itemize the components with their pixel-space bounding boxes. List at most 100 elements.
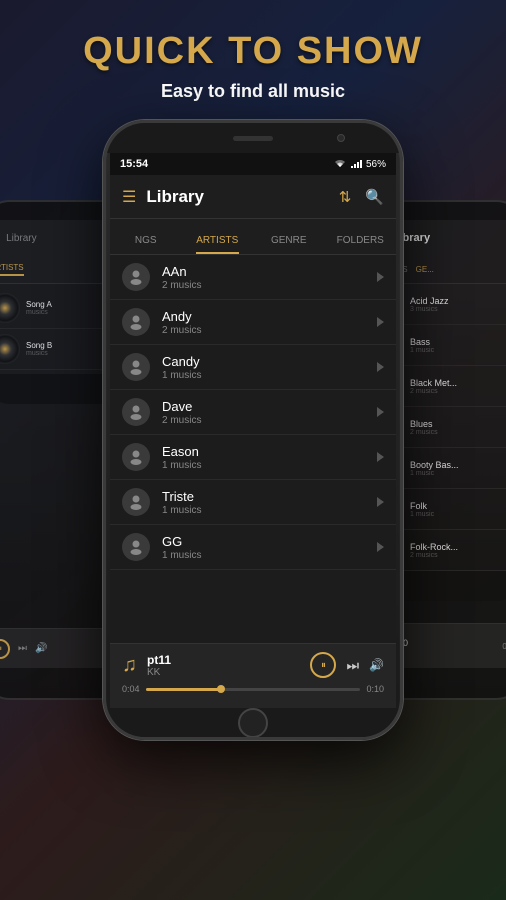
phone-speaker <box>233 136 273 141</box>
bg-right-count-0: 3 musics <box>410 306 449 313</box>
artist-info-6: GG 1 musics <box>162 534 377 561</box>
artist-count-6: 1 musics <box>162 550 377 561</box>
artist-item-6[interactable]: GG 1 musics <box>110 525 396 570</box>
artist-arrow-0 <box>377 272 384 282</box>
artist-avatar-6 <box>122 533 150 561</box>
artist-count-3: 2 musics <box>162 415 377 426</box>
artist-arrow-2 <box>377 362 384 372</box>
status-time: 15:54 <box>120 158 148 170</box>
artist-item-2[interactable]: Candy 1 musics <box>110 345 396 390</box>
bg-right-np-info: pt10 JJ <box>391 638 497 655</box>
bg-right-name-2: Black Met... <box>410 378 457 388</box>
phone-screen: 15:54 56% <box>110 153 396 708</box>
artist-name-6: GG <box>162 534 377 549</box>
app-bar: ☰ Library ⇅ 🔍 <box>110 175 396 219</box>
artist-arrow-3 <box>377 407 384 417</box>
bg-right-name-6: Folk-Rock... <box>410 542 458 552</box>
artist-name-1: Andy <box>162 309 377 324</box>
music-note-icon: ♫ <box>122 654 137 677</box>
artist-info-1: Andy 2 musics <box>162 309 377 336</box>
bg-right-name-5: Folk <box>410 501 434 511</box>
phone-outer: 15:54 56% <box>103 120 403 740</box>
artist-item-5[interactable]: Triste 1 musics <box>110 480 396 525</box>
artist-count-2: 1 musics <box>162 370 377 381</box>
artist-avatar-0 <box>122 263 150 291</box>
tab-genre[interactable]: GENRE <box>253 235 325 254</box>
phone-top-bar <box>106 123 400 153</box>
artist-arrow-5 <box>377 497 384 507</box>
tab-artists[interactable]: ARTISTS <box>182 235 254 254</box>
artist-count-0: 2 musics <box>162 280 377 291</box>
progress-dot <box>217 685 225 693</box>
bg-right-name-1: Bass <box>410 337 434 347</box>
np-controls: ⏸ ⏭ 🔊 <box>310 652 384 678</box>
mini-left-vol-icon: 🔊 <box>35 643 47 654</box>
bg-right-name-3: Blues <box>410 419 438 429</box>
wifi-icon <box>334 159 346 169</box>
np-title: pt11 <box>147 653 300 667</box>
next-button[interactable]: ⏭ <box>346 657 359 674</box>
status-icons: 56% <box>334 159 386 170</box>
bg-right-count-4: 1 music <box>410 470 459 477</box>
artist-arrow-1 <box>377 317 384 327</box>
mini-tab-artists: ARTISTS <box>0 263 24 276</box>
bg-right-name-4: Booty Bas... <box>410 460 459 470</box>
artist-info-2: Candy 1 musics <box>162 354 377 381</box>
app-bar-title: Library <box>146 187 338 207</box>
artist-avatar-4 <box>122 443 150 471</box>
artist-info-5: Triste 1 musics <box>162 489 377 516</box>
artist-avatar-1 <box>122 308 150 336</box>
artist-name-2: Candy <box>162 354 377 369</box>
artist-info-3: Dave 2 musics <box>162 399 377 426</box>
home-button[interactable] <box>238 708 268 738</box>
main-phone: 15:54 56% <box>103 120 403 760</box>
np-info: pt11 KK <box>147 653 300 678</box>
mini-left-library-label: Library <box>6 233 37 244</box>
tab-songs[interactable]: NGS <box>110 235 182 254</box>
artist-item-0[interactable]: AAn 2 musics <box>110 255 396 300</box>
main-title: QUICK TO SHOW <box>20 30 486 73</box>
artist-name-0: AAn <box>162 264 377 279</box>
artist-item-3[interactable]: Dave 2 musics <box>110 390 396 435</box>
artist-info-0: AAn 2 musics <box>162 264 377 291</box>
artist-arrow-4 <box>377 452 384 462</box>
now-playing-top: ♫ pt11 KK ⏸ ⏭ 🔊 <box>122 652 384 678</box>
bg-right-name-0: Acid Jazz <box>410 296 449 306</box>
status-bar: 15:54 56% <box>110 153 396 175</box>
artist-list: AAn 2 musics Andy 2 musics <box>110 255 396 645</box>
tab-folders[interactable]: FOLDERS <box>325 235 397 254</box>
progress-track[interactable] <box>146 688 361 691</box>
mini-left-next-icon: ⏭ <box>18 643 27 654</box>
artist-item-1[interactable]: Andy 2 musics <box>110 300 396 345</box>
header-section: QUICK TO SHOW Easy to find all music <box>0 0 506 122</box>
bg-right-np-time: 0:04 <box>502 642 506 651</box>
np-artist: KK <box>147 667 300 678</box>
mini-song-1: Song A <box>26 300 52 309</box>
mini-sub-2: musics <box>26 350 52 357</box>
artist-arrow-6 <box>377 542 384 552</box>
bg-right-np-title: pt10 <box>391 638 497 648</box>
progress-bar: 0:04 0:10 <box>122 684 384 694</box>
mini-sub-1: musics <box>26 309 52 316</box>
artist-avatar-5 <box>122 488 150 516</box>
phone-camera <box>337 134 345 142</box>
artist-name-3: Dave <box>162 399 377 414</box>
progress-total: 0:10 <box>366 684 384 694</box>
bg-right-count-1: 1 music <box>410 347 434 354</box>
tabs-bar: NGS ARTISTS GENRE FOLDERS <box>110 219 396 255</box>
bg-right-count-3: 2 musics <box>410 429 438 436</box>
progress-fill <box>146 688 221 691</box>
mini-vinyl-1 <box>0 293 20 323</box>
search-icon[interactable]: 🔍 <box>365 188 384 206</box>
signal-icon <box>350 159 362 169</box>
artist-info-4: Eason 1 musics <box>162 444 377 471</box>
subtitle: Easy to find all music <box>20 81 486 102</box>
hamburger-icon[interactable]: ☰ <box>122 187 136 207</box>
filter-icon[interactable]: ⇅ <box>339 188 352 206</box>
artist-item-4[interactable]: Eason 1 musics <box>110 435 396 480</box>
volume-button[interactable]: 🔊 <box>369 658 384 672</box>
pause-button[interactable]: ⏸ <box>310 652 336 678</box>
app-bar-icons: ⇅ 🔍 <box>339 188 384 206</box>
battery-label: 56% <box>366 159 386 170</box>
bg-right-count-5: 1 music <box>410 511 434 518</box>
